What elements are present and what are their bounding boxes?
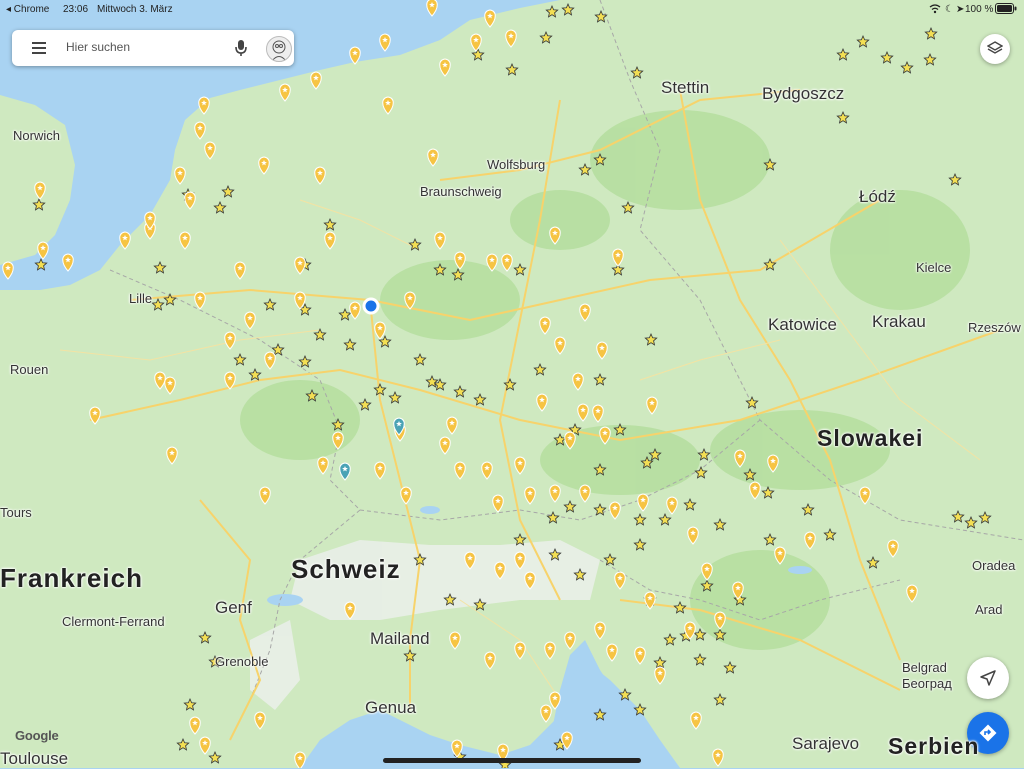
layers-icon <box>987 41 1003 54</box>
navigation-arrow-icon <box>980 670 996 686</box>
status-time: 23:06 <box>63 4 89 15</box>
place-label: Łódź <box>859 187 896 206</box>
place-label: Stettin <box>661 78 710 97</box>
search-input[interactable]: Hier suchen <box>66 40 130 54</box>
place-label: Belgrad <box>902 660 947 675</box>
current-location-icon <box>362 297 380 315</box>
back-to-app-link[interactable]: ◂ Chrome <box>6 4 49 15</box>
place-label: Norwich <box>13 128 60 143</box>
battery-icon <box>995 3 1017 17</box>
location-icon: ➤ <box>956 4 965 15</box>
moon-icon: ☾ <box>945 4 954 15</box>
place-label: Mailand <box>370 629 430 648</box>
country-label: Serbien <box>888 733 980 759</box>
place-label: Rzeszów <box>968 320 1021 335</box>
place-label: Clermont-Ferrand <box>62 614 165 629</box>
place-label: Genua <box>365 698 417 717</box>
country-label: Slowakei <box>817 425 924 451</box>
place-label: Oradea <box>972 558 1016 573</box>
place-label: Београд <box>902 676 952 691</box>
wifi-icon <box>929 4 941 17</box>
avatar[interactable] <box>266 36 292 62</box>
place-label: Braunschweig <box>420 184 502 199</box>
place-label: Toulouse <box>0 749 69 768</box>
place-label: Rouen <box>10 362 49 377</box>
layers-button[interactable] <box>980 34 1010 64</box>
menu-icon[interactable] <box>32 42 46 54</box>
google-logo: Google <box>15 728 59 743</box>
place-label: Tours <box>0 505 32 520</box>
place-label: Arad <box>975 602 1003 617</box>
place-label: Krakau <box>872 312 926 331</box>
place-label: Wolfsburg <box>487 157 546 172</box>
place-label: Genf <box>215 598 252 617</box>
country-label: Frankreich <box>0 563 143 593</box>
place-label: Kielce <box>916 260 952 275</box>
map-canvas[interactable] <box>0 0 1024 768</box>
place-label: Bydgoszcz <box>762 84 845 103</box>
search-bar[interactable]: Hier suchen <box>12 30 294 66</box>
locate-button[interactable] <box>967 657 1009 699</box>
place-label: Grenoble <box>215 654 269 669</box>
place-label: Sarajevo <box>792 734 860 753</box>
directions-icon <box>979 724 997 742</box>
place-label: Lille <box>129 291 153 306</box>
status-date: Mittwoch 3. März <box>97 4 173 15</box>
battery-percent: 100 % <box>965 4 994 15</box>
country-label: Schweiz <box>291 554 401 584</box>
status-bar: ◂ Chrome 23:06 Mittwoch 3. März ☾ ➤ 100 … <box>0 0 1024 18</box>
home-indicator[interactable] <box>383 758 641 763</box>
place-label: Katowice <box>768 315 837 334</box>
mic-icon[interactable] <box>234 39 248 57</box>
